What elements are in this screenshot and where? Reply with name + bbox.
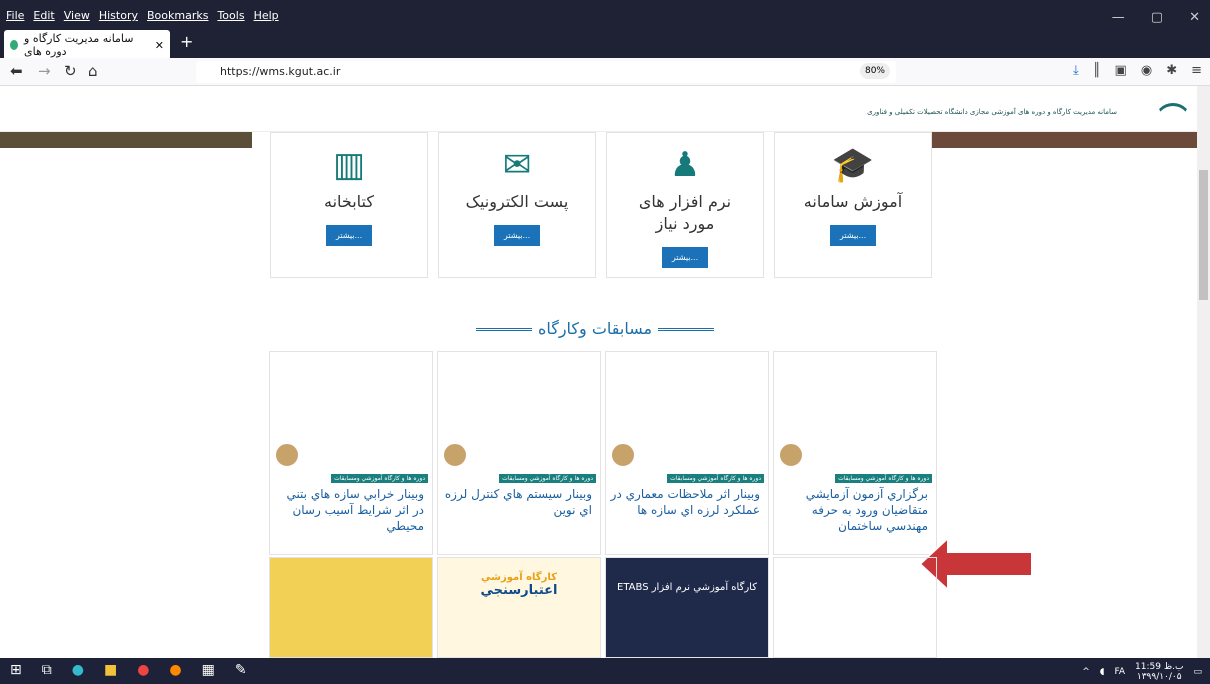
more-button[interactable]: بيشتر... — [493, 225, 541, 246]
menu-tools[interactable]: Tools — [217, 9, 244, 22]
back-icon[interactable]: ⬅ — [10, 62, 23, 80]
card-title: نرم افزار های مورد نياز — [638, 192, 732, 233]
avatar — [778, 442, 804, 468]
favicon-icon — [10, 40, 19, 50]
tab-active[interactable]: سامانه مديريت كارگاه و دوره های ✕ — [4, 30, 170, 60]
task-view-icon[interactable]: ⧉ — [42, 662, 52, 678]
post-tag[interactable]: دوره ها و كارگاه آموزشي ومسابقات — [667, 474, 764, 483]
url-bar[interactable]: https://wms.kgut.ac.ir — [196, 61, 896, 83]
poster-etabs[interactable]: كارگاه آموزشي نرم افزار ETABS — [605, 557, 769, 658]
tab-close-icon[interactable]: ✕ — [155, 39, 164, 52]
firefox-icon[interactable]: ● — [169, 662, 181, 678]
paint-icon[interactable]: ✎ — [235, 662, 247, 678]
scrollbar-thumb[interactable] — [1199, 170, 1208, 300]
forward-icon[interactable]: → — [38, 62, 51, 80]
reload-icon[interactable]: ↻ — [64, 62, 77, 80]
post-tag[interactable]: دوره ها و كارگاه آموزشي ومسابقات — [499, 474, 596, 483]
card-title: آموزش سامانه — [803, 192, 903, 211]
clock-date[interactable]: ۱۳۹۹/۱۰/۰۵ — [1135, 672, 1183, 682]
app-icon[interactable]: ▦ — [202, 662, 215, 678]
library-icon[interactable]: ║ — [1093, 63, 1101, 78]
post-tag[interactable]: دوره ها و كارگاه آموزشي ومسابقات — [835, 474, 932, 483]
clock-time[interactable]: 11:59 ب.ظ — [1135, 662, 1183, 672]
site-name: سامانه مدیریت کارگاه و دوره های آموزشی م… — [867, 108, 1117, 116]
avatar — [274, 442, 300, 468]
post-tag[interactable]: دوره ها و كارگاه آموزشي ومسابقات — [331, 474, 428, 483]
close-icon[interactable]: ✕ — [1189, 10, 1200, 25]
post-card[interactable]: دوره ها و كارگاه آموزشي ومسابقات وبينار … — [605, 351, 769, 555]
home-icon[interactable]: ⌂ — [88, 62, 98, 80]
menu-history[interactable]: History — [99, 9, 138, 22]
menu-file[interactable]: File — [6, 9, 24, 22]
page-content: ⌒ سامانه مدیریت کارگاه و دوره های آموزشی… — [0, 86, 1197, 658]
zoom-badge[interactable]: 80% — [860, 63, 890, 79]
post-card[interactable]: دوره ها و كارگاه آموزشي ومسابقات برگزاري… — [773, 351, 937, 555]
post-card[interactable]: دوره ها و كارگاه آموزشي ومسابقات وبينار … — [437, 351, 601, 555]
menu-icon[interactable]: ≡ — [1191, 63, 1202, 78]
avatar — [610, 442, 636, 468]
post-card[interactable]: دوره ها و كارگاه آموزشي ومسابقات وبينار … — [269, 351, 433, 555]
presentation-icon: ♟ — [669, 145, 701, 185]
menu-help[interactable]: Help — [254, 9, 279, 22]
mail-icon: ✉ — [502, 145, 532, 185]
books-icon: ▥ — [332, 145, 366, 185]
poster-title: كارگاه آموزشي نرم افزار ETABS — [617, 582, 757, 593]
avatar — [442, 442, 468, 468]
more-button[interactable]: بيشتر... — [661, 247, 709, 268]
more-button[interactable]: بيشتر... — [829, 225, 877, 246]
post-title[interactable]: وبينار خرابي سازه هاي بتني در اثر شرايط … — [274, 486, 424, 534]
tab-title: سامانه مديريت كارگاه و دوره های — [24, 32, 134, 58]
file-explorer-icon[interactable]: ■ — [104, 662, 117, 678]
minimize-icon[interactable]: — — [1112, 10, 1125, 25]
url-text: https://wms.kgut.ac.ir — [220, 65, 341, 78]
post-title[interactable]: وبينار سيستم هاي كنترل لرزه اي نوين — [442, 486, 592, 518]
download-icon[interactable]: ⤓ — [1073, 63, 1079, 78]
more-button[interactable]: بيشتر... — [325, 225, 373, 246]
card-library: ▥ كتابخانه بيشتر... — [270, 132, 428, 278]
post-title[interactable]: وبينار اثر ملاحظات معماري در عملكرد لرزه… — [610, 486, 760, 518]
poster-family[interactable] — [269, 557, 433, 658]
notification-icon[interactable]: ▭ — [1193, 667, 1202, 677]
post-title[interactable]: برگزاري آزمون آزمايشي متقاضيان ورود به ح… — [778, 486, 928, 534]
section-heading: مسابقات وكارگاه — [430, 319, 760, 338]
edge-icon[interactable]: ● — [72, 662, 84, 678]
card-email: ✉ پست الكترونيک بيشتر... — [438, 132, 596, 278]
taskbar: ⊞ ⧉ ● ■ ● ● ▦ ✎ ^ ◖ FA 11:59 ب.ظ ۱۳۹۹/۱۰… — [0, 658, 1210, 684]
extensions-icon[interactable]: ✱ — [1166, 63, 1177, 78]
post-image[interactable] — [773, 557, 937, 658]
windows-start-icon[interactable]: ⊞ — [10, 662, 22, 678]
menu-bar: File Edit View History Bookmarks Tools H… — [0, 0, 1210, 28]
tray-chevron-icon[interactable]: ^ — [1082, 667, 1090, 677]
volume-icon[interactable]: ◖ — [1100, 667, 1105, 677]
card-title: كتابخانه — [323, 192, 374, 211]
card-title: پست الكترونيک — [465, 192, 569, 211]
account-icon[interactable]: ◉ — [1141, 63, 1152, 78]
poster-title: كارگاه آموزشي — [481, 572, 557, 583]
sidebar-icon[interactable]: ▣ — [1115, 63, 1127, 78]
lang-indicator[interactable]: FA — [1114, 667, 1125, 677]
maximize-icon[interactable]: ▢ — [1151, 10, 1163, 25]
poster-workshop[interactable]: كارگاه آموزشي اعتبارسنجي — [437, 557, 601, 658]
new-tab-icon[interactable]: + — [180, 32, 193, 51]
graduation-cap-icon: 🎓 — [831, 145, 875, 185]
site-header: ⌒ سامانه مدیریت کارگاه و دوره های آموزشی… — [0, 86, 1197, 134]
menu-bookmarks[interactable]: Bookmarks — [147, 9, 208, 22]
poster-subtitle: اعتبارسنجي — [480, 583, 558, 598]
toolbar-icons: ⤓ ║ ▣ ◉ ✱ ≡ — [1073, 63, 1202, 78]
chrome-icon[interactable]: ● — [137, 662, 149, 678]
site-logo-icon: ⌒ — [1158, 101, 1187, 134]
menu-view[interactable]: View — [64, 9, 90, 22]
banner-strip — [0, 132, 1197, 148]
menu-edit[interactable]: Edit — [33, 9, 54, 22]
card-software: ♟ نرم افزار های مورد نياز بيشتر... — [606, 132, 764, 278]
card-training: 🎓 آموزش سامانه بيشتر... — [774, 132, 932, 278]
